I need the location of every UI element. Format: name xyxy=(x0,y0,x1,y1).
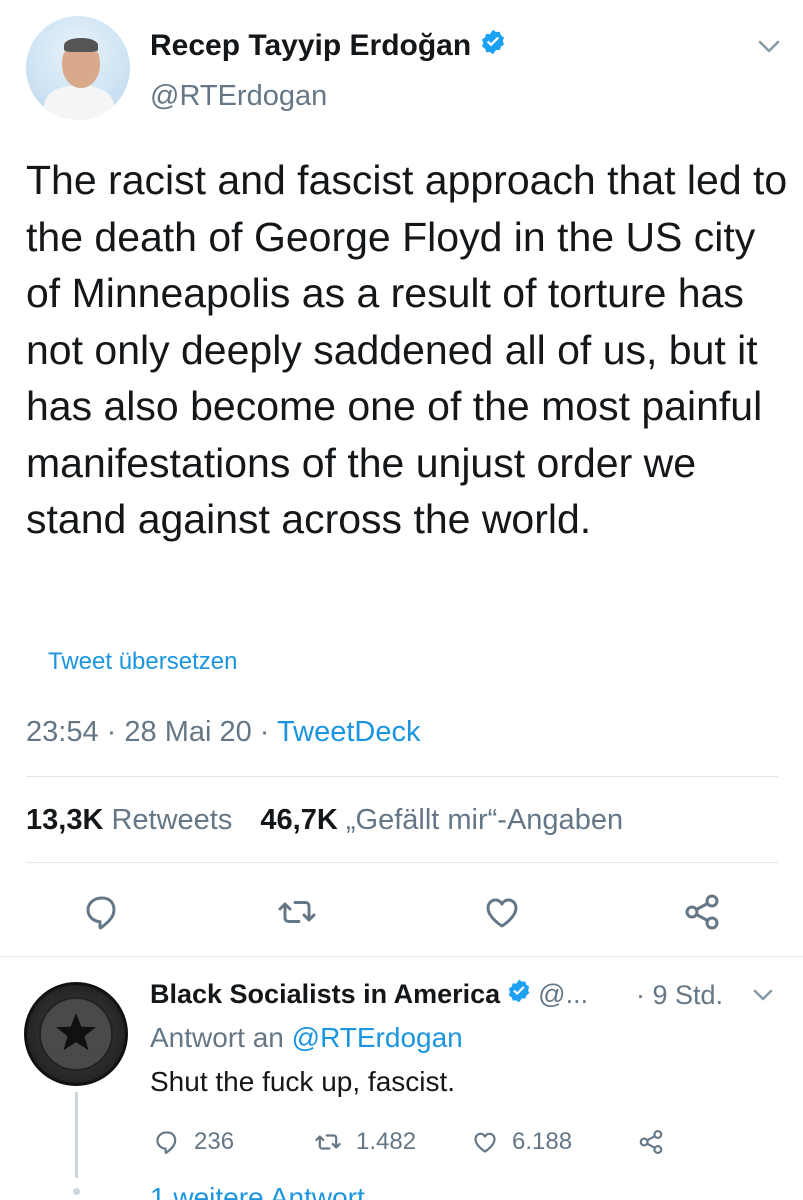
meta-separator: · xyxy=(259,716,270,748)
reply-share-button[interactable] xyxy=(636,1124,666,1160)
replying-to-handle[interactable]: @RTErdogan xyxy=(292,1022,463,1053)
retweet-icon[interactable] xyxy=(275,890,319,934)
reply-author-name[interactable]: Black Socialists in America xyxy=(150,979,500,1010)
tweet-source-link[interactable]: TweetDeck xyxy=(277,716,420,748)
retweets-stat[interactable]: 13,3K Retweets xyxy=(26,804,232,836)
reply-author-avatar[interactable] xyxy=(24,982,128,1086)
replying-prefix: Antwort an xyxy=(150,1022,284,1053)
author-name[interactable]: Recep Tayyip Erdoğan xyxy=(150,29,471,63)
reply-time[interactable]: · 9 Std. xyxy=(636,980,723,1011)
reply-author-handle[interactable]: @... xyxy=(538,979,588,1010)
likes-stat[interactable]: 46,7K „Gefällt mir“-Angaben xyxy=(260,804,623,836)
avatar-body-shape xyxy=(44,86,114,120)
tweet-date[interactable]: 28 Mai 20 xyxy=(124,716,251,748)
reply-reply-button[interactable]: 236 xyxy=(152,1124,234,1160)
thread-dot xyxy=(73,1188,80,1195)
reply-author-row[interactable]: Black Socialists in America @... xyxy=(150,978,588,1011)
share-icon xyxy=(639,1130,663,1154)
like-label: „Gefällt mir“-Angaben xyxy=(345,804,624,836)
thread-line xyxy=(75,1092,78,1178)
retweet-label: Retweets xyxy=(111,804,233,836)
retweet-count: 13,3K xyxy=(26,804,104,836)
divider xyxy=(26,776,778,777)
verified-badge-icon xyxy=(506,978,532,1011)
tweet-separator xyxy=(0,956,803,957)
chevron-down-icon[interactable] xyxy=(750,984,776,1006)
share-icon[interactable] xyxy=(680,890,724,934)
reply-icon xyxy=(156,1131,177,1154)
like-count: 46,7K xyxy=(260,804,338,836)
reply-icon[interactable] xyxy=(80,890,124,934)
translate-tweet-link[interactable]: Tweet übersetzen xyxy=(48,648,237,676)
author-avatar[interactable] xyxy=(26,16,130,120)
like-icon xyxy=(474,1132,496,1153)
chevron-down-icon[interactable] xyxy=(755,34,783,58)
star-icon xyxy=(56,1013,96,1051)
retweet-icon xyxy=(315,1134,341,1150)
tweet-time[interactable]: 23:54 xyxy=(26,716,99,748)
reply-like-count: 6.188 xyxy=(512,1128,573,1155)
reply-text: Shut the fuck up, fascist. xyxy=(150,1066,456,1097)
author-name-row[interactable]: Recep Tayyip Erdoğan xyxy=(150,28,507,64)
author-handle[interactable]: @RTErdogan xyxy=(150,80,327,113)
avatar-hair-shape xyxy=(64,38,98,52)
replying-to: Antwort an @RTErdogan xyxy=(150,1022,463,1054)
tweet-stats: 13,3K Retweets 46,7K „Gefällt mir“-Angab… xyxy=(26,804,623,837)
tweet-text: The racist and fascist approach that led… xyxy=(26,157,788,542)
like-icon[interactable] xyxy=(480,890,524,934)
reply-retweet-count: 1.482 xyxy=(356,1128,417,1155)
more-replies-link[interactable]: 1 weitere Antwort xyxy=(150,1182,365,1200)
divider xyxy=(26,862,778,863)
reply-retweet-button[interactable]: 1.482 xyxy=(312,1124,416,1160)
reply-count: 236 xyxy=(194,1128,235,1155)
tweet-timestamp-row: 23:54 · 28 Mai 20 · TweetDeck xyxy=(26,716,420,749)
verified-badge-icon xyxy=(479,28,507,64)
meta-separator: · xyxy=(106,716,117,748)
reply-like-button[interactable]: 6.188 xyxy=(470,1124,572,1160)
